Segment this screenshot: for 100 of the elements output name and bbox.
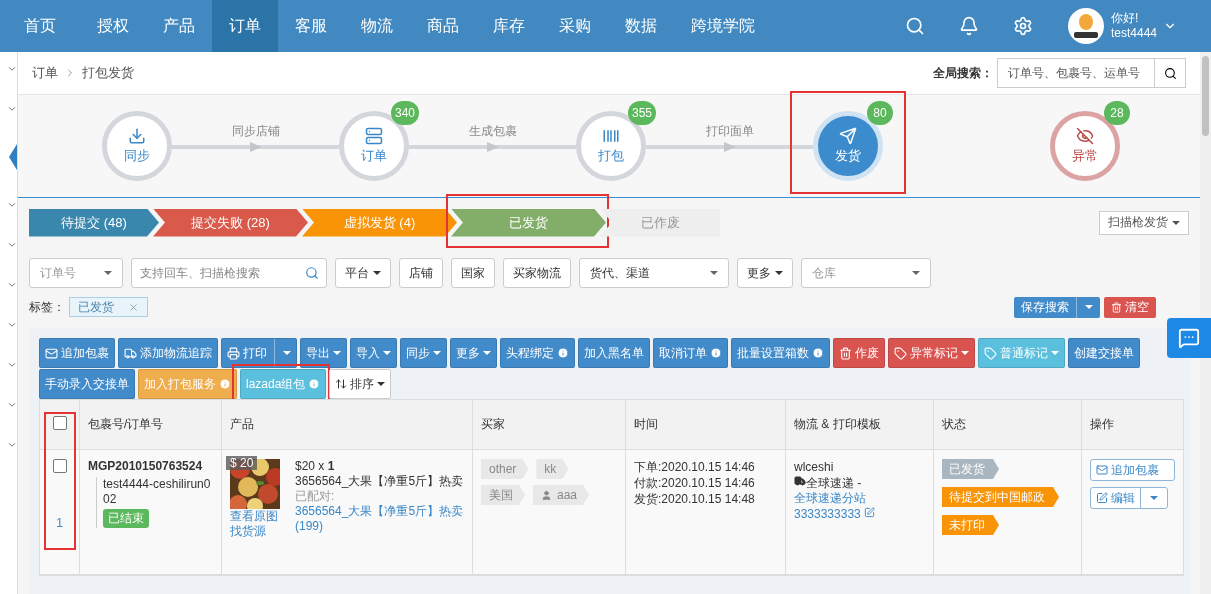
chevron-icon[interactable] [7,280,17,290]
toolbar-button[interactable]: 添加物流追踪 [118,338,218,368]
column-header: 物流 & 打印模板 [786,400,934,449]
search-button[interactable] [1154,58,1186,88]
toolbar-button[interactable]: 创建交接单 [1068,338,1140,368]
eye-icon [1076,127,1094,145]
filter-button[interactable]: 国家 [451,258,495,288]
status-tab[interactable]: 提交失败 (28) [153,208,308,237]
column-header: 操作 [1089,416,1115,433]
column-header: 包裹号/订单号 [80,400,222,449]
nav-item[interactable]: 客服 [278,0,344,52]
toolbar-button[interactable]: 加入黑名单 [578,338,650,368]
global-search-field[interactable]: 订单号、包裹号、运单号 [997,58,1155,88]
status-tab[interactable]: 已作废 [600,208,720,237]
select-field[interactable]: 仓库 [801,258,931,288]
checkbox[interactable] [52,416,67,430]
toolbar-button[interactable]: 追加包裹 [39,338,115,368]
checkbox[interactable] [52,459,67,473]
chevron-icon[interactable] [7,240,17,250]
bell-icon[interactable] [958,16,979,36]
edit-button[interactable]: 编辑 [1090,487,1141,509]
toolbar-button[interactable]: 异常标记 [888,338,975,368]
toolbar-button[interactable]: 同步 [400,338,447,368]
toolbar-button[interactable]: 头程绑定 [500,338,575,368]
toolbar-button[interactable]: 加入打包服务 [138,369,237,399]
time-text: 发货:2020.10.15 14:48 [634,491,756,507]
select-field[interactable]: 货代、渠道 [579,258,729,288]
connector-label: 同步店铺 [231,122,280,140]
nav-item[interactable]: 产品 [146,0,212,52]
nav-item[interactable]: 采购 [542,0,608,52]
save-search-button[interactable]: 保存搜索 [1014,296,1100,318]
toolbar-button[interactable]: 排序 [329,369,392,399]
toolbar-button[interactable]: 打印 [221,338,297,368]
search-field[interactable]: 支持回车、扫描枪搜索 [131,258,327,288]
matched-product-link[interactable]: 3656564_大果【净重5斤】热卖 (199) [295,504,464,534]
edit-icon[interactable] [864,507,876,518]
nav-item[interactable]: 数据 [608,0,674,52]
status-badge: 已结束 [103,509,149,528]
scan-ship-button[interactable]: 扫描枪发货 [1099,210,1189,235]
toolbar-button[interactable]: 手动录入交接单 [39,369,135,399]
toolbar-button[interactable]: 作废 [833,338,885,368]
add-package-button[interactable]: 追加包裹 [1090,459,1175,481]
sort-icon [335,378,348,390]
toolbar-button[interactable]: 普通标记 [978,338,1065,368]
chevron-icon[interactable] [7,200,17,210]
nav-item[interactable]: 首页 [0,0,80,52]
price-quantity: $20 x 1 [295,459,336,474]
nav-item[interactable]: 物流 [344,0,410,52]
toolbar-button[interactable]: 更多 [450,338,497,368]
chat-button[interactable] [1167,318,1211,358]
buyer-tag: kk [536,459,569,479]
more-dropdown-button[interactable] [1140,487,1168,509]
nav-item[interactable]: 订单 [212,0,278,52]
toolbar-button[interactable]: 批量设置箱数 [731,338,830,368]
chevron-icon[interactable] [7,320,17,330]
column-header: 时间 [626,400,786,449]
chevron-icon[interactable] [7,440,17,450]
order-number: test4444-ceshilirun002 [103,477,212,507]
breadcrumb-link[interactable]: 订单 [32,64,58,82]
status-tab[interactable]: 已发货 [451,208,606,237]
nav-item[interactable]: 跨境学院 [674,0,772,52]
tag-chip[interactable]: 已发货 [69,297,148,317]
user-icon [541,489,552,501]
connector-label: 生成包裹 [468,122,517,140]
search-icon[interactable] [904,16,925,36]
time-text: 付款:2020.10.15 14:46 [634,475,756,491]
nav-item[interactable]: 授权 [80,0,146,52]
tag-icon [984,346,997,360]
product-link[interactable]: 找货源 [230,524,285,539]
chevron-icon[interactable] [7,400,17,410]
count-badge: 340 [390,101,419,125]
nav-item[interactable]: 库存 [476,0,542,52]
select-field[interactable]: 订单号 [29,258,123,288]
tracking-link[interactable]: 3333333333 [794,507,861,521]
filter-button[interactable]: 店铺 [399,258,443,288]
dropdown-button[interactable]: 更多 [737,258,793,288]
toolbar-button[interactable]: 导出 [300,338,347,368]
status-tab[interactable]: 虚拟发货 (4) [302,208,457,237]
station-link[interactable]: 全球速递分站 [794,491,925,506]
chevron-icon[interactable] [7,104,17,114]
scrollbar[interactable] [1202,56,1209,136]
product-link[interactable]: 查看原图 [230,509,285,524]
settings-icon[interactable] [1012,16,1033,36]
column-header: 买家 [473,400,626,449]
search-icon[interactable] [305,266,319,280]
close-icon[interactable] [128,301,139,313]
status-tab[interactable]: 待提交 (48) [29,208,159,237]
clear-button[interactable]: 清空 [1104,296,1156,318]
toolbar-button[interactable]: 导入 [350,338,397,368]
nav-item[interactable]: 商品 [410,0,476,52]
filter-button[interactable]: 买家物流 [503,258,571,288]
dropdown-button[interactable]: 平台 [335,258,391,288]
avatar-icon[interactable] [1066,7,1105,45]
printer-icon [227,346,240,360]
toolbar-button[interactable]: lazada组包 [240,369,327,399]
chevron-icon[interactable] [7,64,17,74]
step-circle[interactable]: 同步 [102,111,172,181]
toolbar-button[interactable]: 取消订单 [653,338,728,368]
chevron-icon[interactable] [7,360,17,370]
user-name[interactable]: test4444 [1110,26,1157,41]
